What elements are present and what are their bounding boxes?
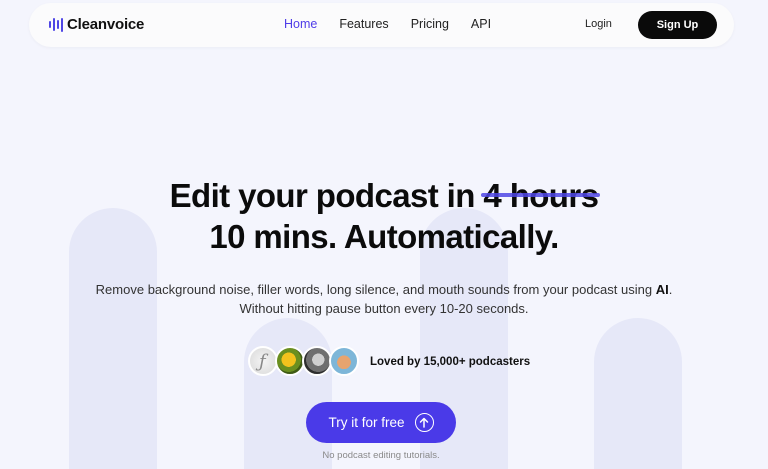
soundwave-icon <box>49 17 63 32</box>
nav-link-pricing[interactable]: Pricing <box>411 17 449 31</box>
social-proof-text: Loved by 15,000+ podcasters <box>370 356 531 368</box>
navbar: Cleanvoice Home Features Pricing API Log… <box>29 3 734 47</box>
decor-pillar <box>244 318 332 469</box>
arrow-up-circle-icon <box>414 413 434 432</box>
cta-note: No podcast editing tutorials. <box>322 450 440 461</box>
cta-label: Try it for free <box>328 415 405 430</box>
signup-button[interactable]: Sign Up <box>638 11 717 39</box>
try-free-button[interactable]: Try it for free <box>306 402 456 443</box>
headline-struck-text: 4 hours <box>481 177 601 214</box>
avatar: ƒ <box>248 346 278 376</box>
headline-line-2: 10 mins. Automatically. <box>209 218 559 255</box>
decor-pillar <box>594 318 682 469</box>
nav-link-home[interactable]: Home <box>284 17 317 31</box>
headline-line-1: Edit your podcast in 4 hours <box>0 177 768 215</box>
headline-prefix: Edit your podcast in <box>169 177 484 214</box>
nav-link-api[interactable]: API <box>471 17 491 31</box>
avatar-group: ƒ <box>248 346 359 376</box>
subtitle-line-1: Remove background noise, filler words, l… <box>0 280 768 299</box>
subtitle-period: . <box>668 282 673 297</box>
avatar <box>302 346 332 376</box>
brand-logo[interactable]: Cleanvoice <box>49 16 144 33</box>
subtitle-text: Remove background noise, filler words, l… <box>95 282 656 297</box>
login-link[interactable]: Login <box>585 18 612 30</box>
subtitle-ai: AI <box>655 282 669 297</box>
nav-link-features[interactable]: Features <box>339 17 388 31</box>
subtitle-line-2: Without hitting pause button every 10-20… <box>239 301 529 316</box>
nav-links: Home Features Pricing API <box>284 17 513 31</box>
avatar <box>275 346 305 376</box>
brand-name: Cleanvoice <box>67 16 145 33</box>
avatar <box>329 346 359 376</box>
